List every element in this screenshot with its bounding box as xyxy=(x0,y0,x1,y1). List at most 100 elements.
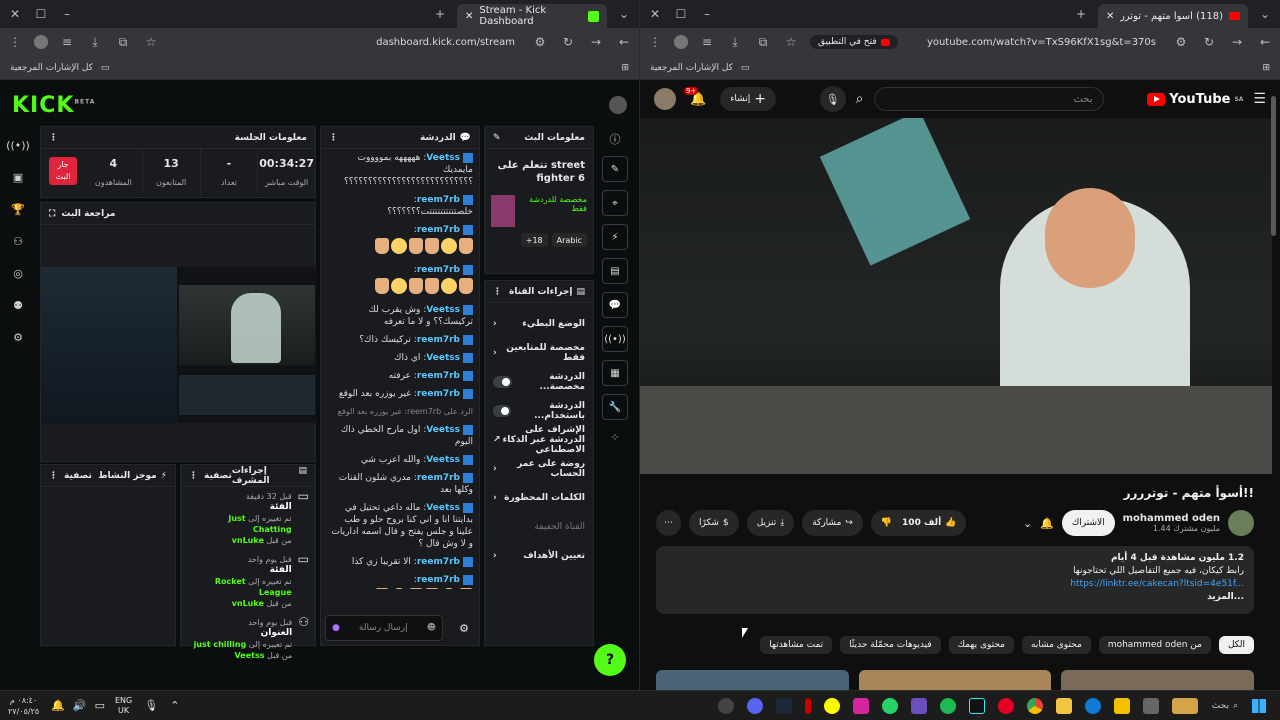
chat-username[interactable]: reem7rb xyxy=(417,371,460,381)
maximize-icon[interactable]: ☐ xyxy=(32,5,50,23)
site-settings-icon[interactable]: ⚙ xyxy=(531,33,549,51)
live-status-button[interactable]: جار البث xyxy=(49,157,77,185)
channel-action-item[interactable]: الكلمات المحظورة › xyxy=(485,483,593,512)
chat-username[interactable]: Veetss xyxy=(426,153,460,163)
chevron-icon[interactable]: › xyxy=(493,348,497,358)
toggle-switch[interactable] xyxy=(493,375,513,388)
community-icon[interactable]: ⚇ xyxy=(9,232,27,250)
reload-icon[interactable]: ↻ xyxy=(1200,33,1218,51)
lightning-button[interactable]: ⚡ xyxy=(602,224,628,250)
download-icon[interactable]: ⤓ xyxy=(726,33,744,51)
chevron-icon[interactable]: › xyxy=(493,551,497,561)
emoji-icon[interactable]: ☻ xyxy=(427,623,436,633)
tab-youtube[interactable]: ✕ (118) أسوأ متهم - توترررر!! - YouTube xyxy=(1098,4,1248,28)
profile-icon[interactable] xyxy=(34,35,48,49)
forward-icon[interactable]: → xyxy=(1228,33,1246,51)
reading-list-icon[interactable]: ≡ xyxy=(698,33,716,51)
chat-username[interactable]: Veetss xyxy=(426,503,460,513)
steam-icon[interactable] xyxy=(775,697,792,714)
taskbar-search[interactable]: بحث ⌕ xyxy=(1212,701,1238,711)
chat-username[interactable]: reem7rb xyxy=(417,575,460,585)
chat-username[interactable]: reem7rb xyxy=(417,335,460,345)
user-avatar[interactable] xyxy=(609,96,627,114)
youtube-logo[interactable]: YouTube SA xyxy=(1147,92,1243,107)
kick-logo[interactable]: KICKBETA xyxy=(12,93,95,118)
mic-icon[interactable]: ● xyxy=(332,623,340,633)
tiktok-icon[interactable] xyxy=(968,697,985,714)
bookmarks-label[interactable]: كل الإشارات المرجعية xyxy=(10,63,93,73)
volume-icon[interactable]: 🔊 xyxy=(73,699,87,712)
download-icon[interactable]: ⤓ xyxy=(86,33,104,51)
more-icon[interactable]: ⋮ xyxy=(493,287,502,297)
more-icon[interactable]: ⋮ xyxy=(49,471,58,481)
search-icon[interactable]: ⌕ xyxy=(856,91,864,107)
widgets-icon[interactable] xyxy=(1171,697,1198,714)
task-view-icon[interactable] xyxy=(1142,697,1159,714)
chevron-down-icon[interactable]: ⌄ xyxy=(1023,517,1032,530)
obs-icon[interactable] xyxy=(717,697,734,714)
share-button[interactable]: مشاركة ↪ xyxy=(802,510,863,536)
chat-username[interactable]: reem7rb xyxy=(417,195,460,205)
broadcast-icon[interactable]: ((•)) xyxy=(6,136,30,154)
activity-filter-button[interactable]: تصفية xyxy=(64,471,92,481)
chat-username[interactable]: reem7rb xyxy=(417,473,460,483)
star-icon[interactable]: ☆ xyxy=(142,33,160,51)
new-tab-icon[interactable]: + xyxy=(431,5,449,23)
back-icon[interactable]: ← xyxy=(1256,33,1274,51)
chat-settings-icon[interactable]: ⚙ xyxy=(459,622,469,635)
notes-button[interactable]: ▤ xyxy=(602,258,628,284)
channel-action-item[interactable]: الدردشة مخصصة... xyxy=(485,367,593,396)
start-button-icon[interactable] xyxy=(1252,698,1266,713)
chat-username[interactable]: Veetss xyxy=(426,305,460,315)
star-icon[interactable]: ☆ xyxy=(782,33,800,51)
chat-username[interactable]: Veetss xyxy=(426,353,460,363)
filter-chip[interactable]: فيديوهات محمّلة حديثًا xyxy=(840,636,941,654)
tab-list-icon[interactable]: ⌄ xyxy=(1256,5,1274,23)
forward-icon[interactable]: → xyxy=(587,33,605,51)
chat-username[interactable]: Veetss xyxy=(426,425,460,435)
snapchat-icon[interactable] xyxy=(823,697,840,714)
edit-icon[interactable]: ✎ xyxy=(493,133,501,143)
channel-action-item[interactable]: الدردشة باستخدام... xyxy=(485,396,593,425)
chat-input[interactable]: ☻ إرسال رسالة ● xyxy=(325,615,443,641)
channel-name[interactable]: mohammed oden xyxy=(1123,513,1220,524)
users-icon[interactable]: ⚉ xyxy=(9,296,27,314)
reading-list-icon[interactable]: ≡ xyxy=(58,33,76,51)
chevron-icon[interactable]: › xyxy=(493,493,497,503)
stream-category[interactable]: مخصصة للدردشة فقط xyxy=(519,195,587,227)
show-hidden-icons[interactable]: ⌃ xyxy=(170,699,179,712)
minimize-icon[interactable]: – xyxy=(58,5,76,23)
back-icon[interactable]: ← xyxy=(615,33,633,51)
toggle-switch[interactable] xyxy=(493,404,512,417)
notifications-icon[interactable]: 🔔 xyxy=(51,699,65,712)
menu-dots-icon[interactable]: ⋮ xyxy=(6,33,24,51)
video-description[interactable]: 1.2 مليون مشاهدة قبل 4 أيام رابط كيكان، … xyxy=(656,546,1254,614)
channel-action-item[interactable]: الوضع البطيء › xyxy=(485,309,593,338)
close-window-icon[interactable]: ✕ xyxy=(6,5,24,23)
discord-icon[interactable] xyxy=(746,697,763,714)
description-link[interactable]: https://linktr.ee/cakecan?ltsid=4e51f... xyxy=(666,578,1244,591)
filter-chip[interactable]: تمت مشاهدتها xyxy=(760,636,833,654)
chat-username[interactable]: reem7rb xyxy=(417,225,460,235)
extensions-icon[interactable]: ⧉ xyxy=(114,33,132,51)
chevron-icon[interactable]: › xyxy=(493,319,497,329)
more-actions-button[interactable]: ⋯ xyxy=(656,510,681,536)
mod-action-user[interactable]: Veetss xyxy=(235,651,265,660)
stream-preview-video[interactable] xyxy=(41,267,317,423)
filter-chip[interactable]: من mohammed oden xyxy=(1098,636,1211,654)
chrome-icon[interactable] xyxy=(1026,697,1043,714)
filter-chip[interactable]: محتوى مشابه xyxy=(1021,636,1091,654)
account-avatar[interactable] xyxy=(654,88,676,110)
library-icon[interactable]: ▣ xyxy=(9,168,27,186)
chat-username[interactable]: reem7rb xyxy=(417,557,460,567)
language-indicator[interactable]: ENG UK xyxy=(115,696,132,716)
like-button[interactable]: 100 ألف 👍 xyxy=(902,518,956,528)
filter-chip[interactable]: الكل xyxy=(1218,636,1254,654)
chat-username[interactable]: Veetss xyxy=(426,455,460,465)
url-field[interactable]: youtube.com/watch?v=TxS96KfX1sg&t=370s xyxy=(908,37,1162,48)
broadcast-button[interactable]: ((•)) xyxy=(602,326,628,352)
profile-icon[interactable] xyxy=(674,35,688,49)
thanks-button[interactable]: شكرًا $ xyxy=(689,510,739,536)
trophy-icon[interactable]: 🏆 xyxy=(9,200,27,218)
settings-icon[interactable]: ⚙ xyxy=(9,328,27,346)
